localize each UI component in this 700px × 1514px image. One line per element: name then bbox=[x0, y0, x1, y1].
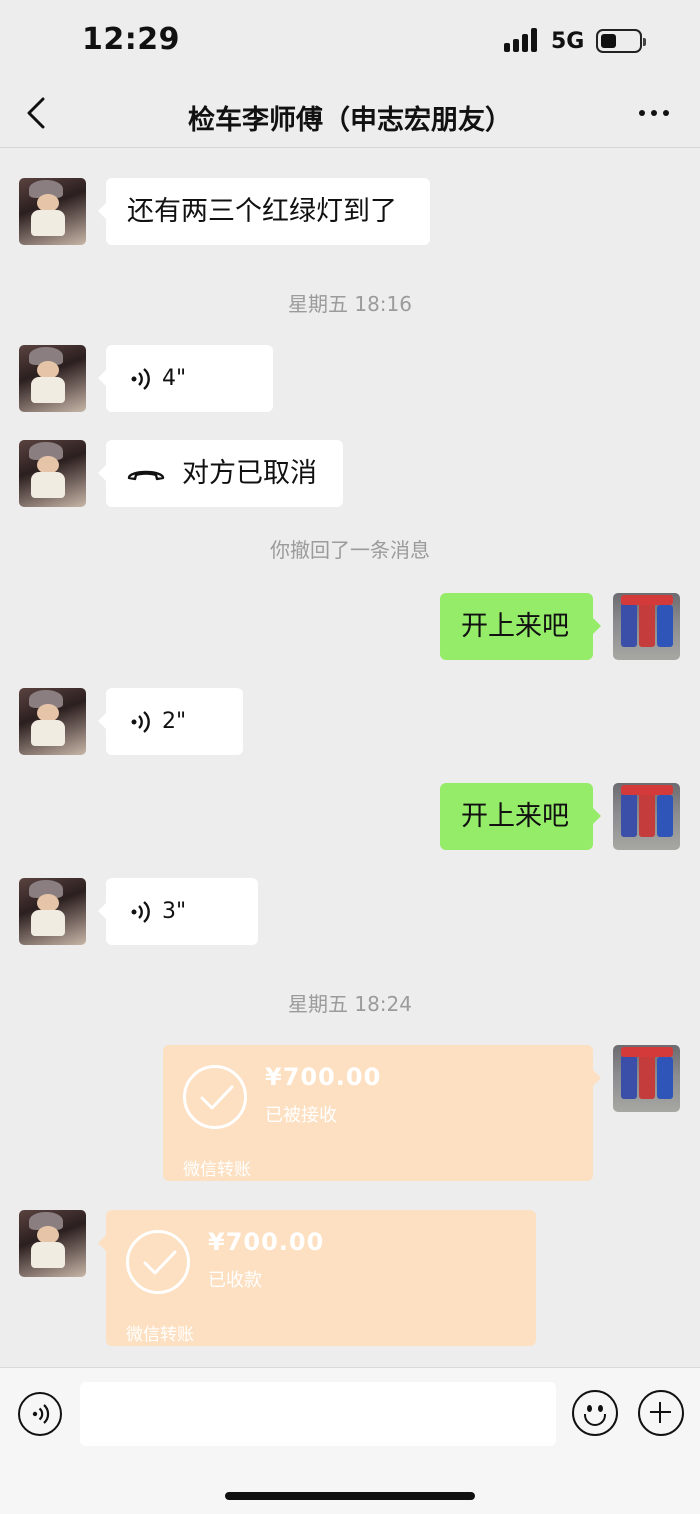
transfer-card[interactable]: ¥700.00 已被接收 微信转账 bbox=[163, 1045, 601, 1181]
message-list[interactable]: 还有两三个红绿灯到了 星期五 18:16 4" 对方已取消 你撤回了一条消息 开… bbox=[0, 149, 700, 1367]
chat-title: 检车李师傅（申志宏朋友） bbox=[188, 105, 512, 136]
emoji-icon[interactable] bbox=[572, 1390, 618, 1436]
message-input[interactable] bbox=[80, 1382, 556, 1446]
transfer-card[interactable]: ¥700.00 已收款 微信转账 bbox=[98, 1210, 536, 1346]
message-text: 开上来吧 bbox=[461, 801, 569, 832]
call-message[interactable]: 对方已取消 bbox=[98, 440, 343, 507]
check-circle-icon bbox=[183, 1065, 247, 1129]
battery-icon bbox=[596, 29, 646, 53]
phone-hangup-icon bbox=[127, 470, 165, 481]
voice-wave-icon bbox=[131, 368, 150, 390]
message-bubble[interactable]: 还有两三个红绿灯到了 bbox=[98, 178, 430, 245]
voice-message[interactable]: 4" bbox=[98, 345, 273, 412]
transfer-label: 微信转账 bbox=[126, 1325, 194, 1345]
transfer-amount: ¥700.00 bbox=[265, 1063, 382, 1091]
timestamp: 星期五 18:24 bbox=[288, 992, 412, 1016]
transfer-amount: ¥700.00 bbox=[208, 1228, 325, 1256]
voice-message[interactable]: 3" bbox=[98, 878, 258, 945]
message-bubble[interactable]: 开上来吧 bbox=[440, 783, 601, 850]
recall-notice: 你撤回了一条消息 bbox=[270, 538, 430, 562]
voice-wave-icon bbox=[131, 711, 150, 733]
contact-avatar[interactable] bbox=[19, 345, 86, 412]
self-avatar[interactable] bbox=[613, 593, 680, 660]
status-bar: 12:29 5G bbox=[0, 0, 700, 82]
call-status-text: 对方已取消 bbox=[182, 458, 317, 489]
check-circle-icon bbox=[126, 1230, 190, 1294]
message-text: 还有两三个红绿灯到了 bbox=[127, 196, 397, 227]
contact-avatar[interactable] bbox=[19, 688, 86, 755]
home-indicator[interactable] bbox=[225, 1492, 475, 1500]
message-text: 开上来吧 bbox=[461, 611, 569, 642]
signal-icon bbox=[504, 28, 542, 52]
voice-input-icon[interactable] bbox=[18, 1392, 62, 1436]
voice-wave-icon bbox=[131, 901, 150, 923]
voice-duration: 4" bbox=[162, 366, 187, 391]
timestamp: 星期五 18:16 bbox=[288, 292, 412, 316]
network-type: 5G bbox=[551, 29, 585, 54]
message-bubble[interactable]: 开上来吧 bbox=[440, 593, 601, 660]
contact-avatar[interactable] bbox=[19, 1210, 86, 1277]
voice-duration: 2" bbox=[162, 709, 187, 734]
status-time: 12:29 bbox=[82, 22, 180, 57]
contact-avatar[interactable] bbox=[19, 178, 86, 245]
nav-bar: 检车李师傅（申志宏朋友） bbox=[0, 82, 700, 148]
self-avatar[interactable] bbox=[613, 1045, 680, 1112]
contact-avatar[interactable] bbox=[19, 440, 86, 507]
contact-avatar[interactable] bbox=[19, 878, 86, 945]
voice-message[interactable]: 2" bbox=[98, 688, 243, 755]
plus-icon[interactable] bbox=[638, 1390, 684, 1436]
transfer-status: 已收款 bbox=[208, 1270, 262, 1291]
self-avatar[interactable] bbox=[613, 783, 680, 850]
input-bar bbox=[0, 1367, 700, 1514]
voice-duration: 3" bbox=[162, 899, 187, 924]
transfer-label: 微信转账 bbox=[183, 1160, 251, 1180]
transfer-status: 已被接收 bbox=[265, 1105, 337, 1126]
ellipsis-icon[interactable] bbox=[636, 108, 672, 118]
